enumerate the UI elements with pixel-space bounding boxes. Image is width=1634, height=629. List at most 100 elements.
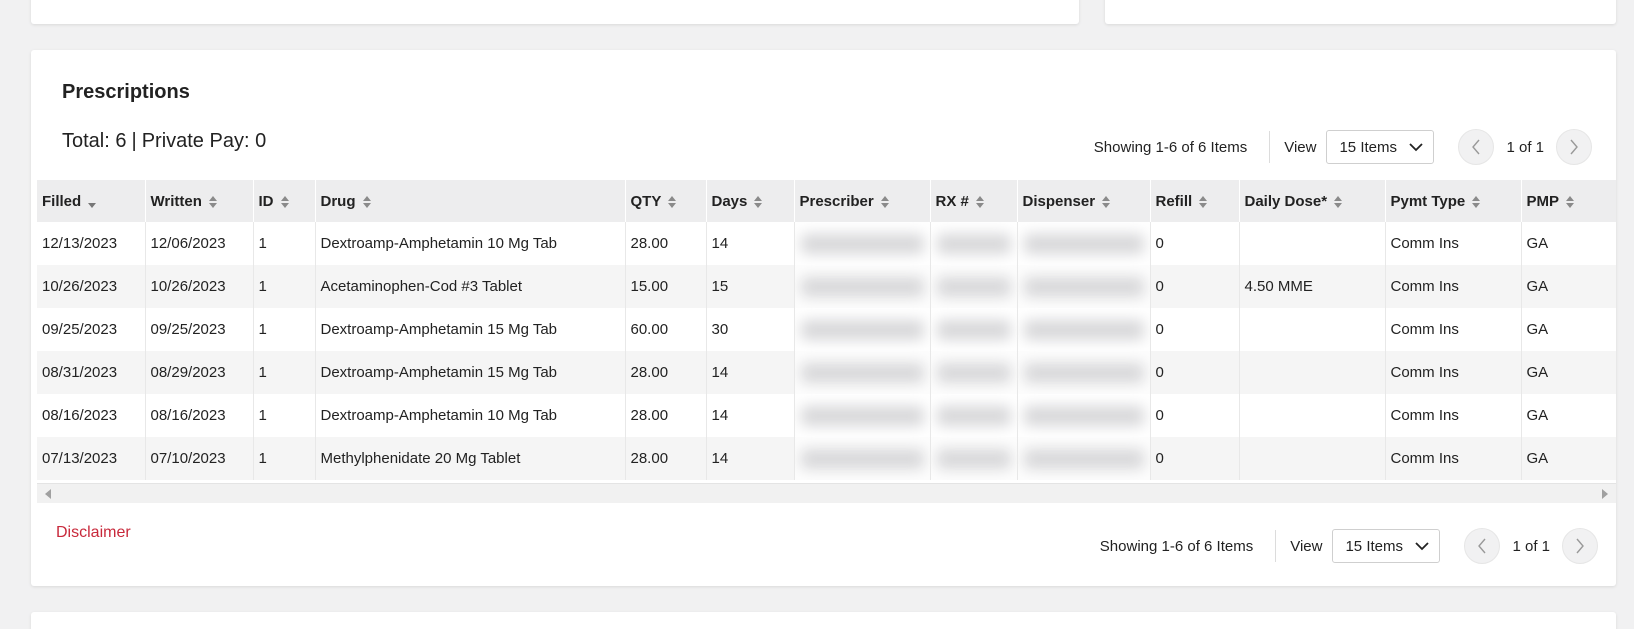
redacted-cell — [1017, 308, 1151, 351]
sort-icon[interactable] — [1334, 195, 1343, 209]
cell-filled: 12/13/2023 — [37, 222, 146, 265]
table-row[interactable]: 10/26/2023 10/26/2023 1 Acetaminophen-Cod #… — [37, 265, 1616, 308]
horizontal-scrollbar[interactable] — [37, 483, 1616, 503]
column-header[interactable]: Prescriber — [794, 180, 931, 222]
column-header-label: Days — [711, 192, 748, 210]
sort-icon[interactable] — [362, 195, 371, 209]
cell-drug: Dextroamp-Amphetamin 15 Mg Tab — [315, 351, 626, 394]
sort-icon[interactable] — [1472, 195, 1481, 209]
redacted-cell — [1017, 265, 1151, 308]
prev-page-button[interactable] — [1458, 129, 1495, 165]
totals-summary: Total: 6 | Private Pay: 0 — [62, 130, 266, 153]
redacted-cell — [794, 351, 931, 394]
showing-items-text: Showing 1-6 of 6 Items — [1093, 138, 1248, 156]
sort-icon[interactable] — [280, 195, 289, 209]
cell-filled: 09/25/2023 — [37, 308, 146, 351]
column-header[interactable]: ID — [253, 180, 316, 222]
redaction-blur — [1023, 363, 1144, 383]
cell-id: 1 — [253, 437, 316, 480]
cell-id: 1 — [253, 265, 316, 308]
cell-days: 30 — [706, 308, 795, 351]
table-row[interactable]: 07/13/2023 07/10/2023 1 Methylphenidate 20 … — [37, 437, 1616, 480]
column-header-label: Dispenser — [1022, 192, 1096, 210]
view-label: View — [1290, 537, 1323, 555]
cell-days: 14 — [706, 351, 795, 394]
disclaimer-link[interactable]: Disclaimer — [56, 524, 131, 542]
items-per-page-value: 15 Items — [1345, 537, 1403, 555]
cell-pmp: GA — [1521, 308, 1616, 351]
redaction-blur — [1023, 449, 1144, 469]
sort-icon[interactable] — [1102, 195, 1111, 209]
chevron-left-icon — [1478, 538, 1487, 554]
items-per-page-select[interactable]: 15 Items — [1332, 529, 1441, 563]
cell-pymt-type: Comm Ins — [1385, 351, 1522, 394]
cell-filled: 08/31/2023 — [37, 351, 146, 394]
column-header[interactable]: Drug — [315, 180, 626, 222]
column-header[interactable]: PMP — [1521, 180, 1616, 222]
scroll-left-icon[interactable] — [45, 489, 51, 499]
redaction-blur — [800, 277, 924, 297]
cell-pmp: GA — [1521, 394, 1616, 437]
redacted-cell — [794, 265, 931, 308]
cell-daily-dose — [1239, 394, 1386, 437]
next-page-button[interactable] — [1562, 528, 1598, 564]
redacted-cell — [930, 308, 1018, 351]
cell-filled: 07/13/2023 — [37, 437, 146, 480]
scroll-right-icon[interactable] — [1602, 489, 1608, 499]
column-header[interactable]: Days — [706, 180, 795, 222]
column-header-label: Daily Dose* — [1244, 192, 1328, 210]
column-header[interactable]: Daily Dose* — [1239, 180, 1386, 222]
column-header[interactable]: Refill — [1150, 180, 1240, 222]
column-header[interactable]: Dispenser — [1017, 180, 1151, 222]
redaction-blur — [1023, 277, 1144, 297]
sort-icon[interactable] — [754, 195, 763, 209]
sort-desc-icon[interactable] — [88, 195, 97, 209]
redacted-cell — [930, 394, 1018, 437]
redaction-blur — [800, 363, 924, 383]
column-header-label: Filled — [42, 192, 82, 210]
cell-filled: 08/16/2023 — [37, 394, 146, 437]
cell-pmp: GA — [1521, 265, 1616, 308]
cell-pymt-type: Comm Ins — [1385, 437, 1522, 480]
sort-icon[interactable] — [208, 195, 217, 209]
cell-qty: 28.00 — [625, 351, 707, 394]
next-page-button[interactable] — [1556, 129, 1592, 165]
column-header[interactable]: Filled — [37, 180, 146, 222]
table-row[interactable]: 09/25/2023 09/25/2023 1 Dextroamp-Amphetami… — [37, 308, 1616, 351]
redaction-blur — [800, 234, 924, 254]
sort-icon[interactable] — [1566, 195, 1575, 209]
cell-drug: Dextroamp-Amphetamin 10 Mg Tab — [315, 222, 626, 265]
redacted-cell — [930, 222, 1018, 265]
totals-separator: | — [131, 130, 137, 152]
cell-drug: Acetaminophen-Cod #3 Tablet — [315, 265, 626, 308]
column-header[interactable]: RX # — [930, 180, 1018, 222]
sort-icon[interactable] — [1199, 195, 1208, 209]
redacted-cell — [1017, 394, 1151, 437]
table-row[interactable]: 08/16/2023 08/16/2023 1 Dextroamp-Amphetami… — [37, 394, 1616, 437]
sort-icon[interactable] — [975, 195, 984, 209]
redaction-blur — [936, 277, 1011, 297]
sort-icon[interactable] — [880, 195, 889, 209]
cell-written: 12/06/2023 — [145, 222, 254, 265]
items-per-page-select[interactable]: 15 Items — [1326, 130, 1435, 164]
table-row[interactable]: 08/31/2023 08/29/2023 1 Dextroamp-Amphetami… — [37, 351, 1616, 394]
sort-icon[interactable] — [668, 195, 677, 209]
cell-refill: 0 — [1150, 308, 1240, 351]
cell-refill: 0 — [1150, 437, 1240, 480]
view-label: View — [1284, 138, 1317, 156]
cell-written: 10/26/2023 — [145, 265, 254, 308]
redaction-blur — [1023, 234, 1144, 254]
table-header-row: Filled Written ID Drug QTY Days Prescriber RX #… — [37, 180, 1616, 222]
cell-pmp: GA — [1521, 222, 1616, 265]
column-header[interactable]: Written — [145, 180, 254, 222]
cell-qty: 28.00 — [625, 394, 707, 437]
cell-refill: 0 — [1150, 351, 1240, 394]
chevron-down-icon — [1415, 542, 1430, 551]
column-header[interactable]: Pymt Type — [1385, 180, 1522, 222]
column-header[interactable]: QTY — [625, 180, 707, 222]
prev-page-button[interactable] — [1464, 528, 1501, 564]
cell-refill: 0 — [1150, 222, 1240, 265]
table-row[interactable]: 12/13/2023 12/06/2023 1 Dextroamp-Amphetami… — [37, 222, 1616, 265]
column-header-label: Drug — [320, 192, 356, 210]
redaction-blur — [936, 363, 1011, 383]
